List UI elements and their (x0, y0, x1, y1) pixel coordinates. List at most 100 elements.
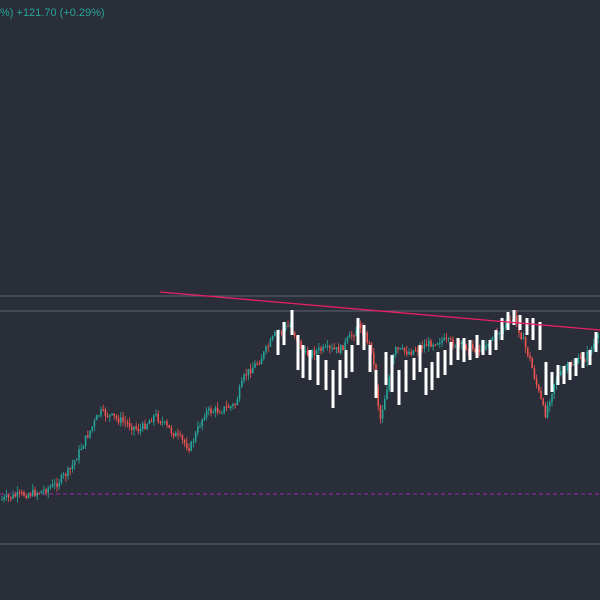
candle-body (252, 367, 254, 374)
candle-body (243, 374, 245, 381)
candle-body (485, 345, 487, 350)
highlight-bar (538, 322, 542, 350)
candle-body (368, 342, 371, 344)
candle-body (106, 416, 109, 418)
candle-body (210, 408, 212, 414)
candle-body (430, 340, 432, 347)
candle-body (93, 420, 96, 427)
candle-body (199, 426, 201, 428)
candle-body (56, 483, 58, 487)
candle-body (403, 347, 406, 352)
horizontal-levels (0, 295, 600, 545)
highlight-bar (344, 350, 348, 378)
candle-body (331, 347, 333, 349)
candle-body (320, 347, 322, 351)
candle-body (254, 363, 256, 368)
candle-body (465, 344, 467, 350)
candle-body (443, 337, 445, 341)
candle-body (397, 347, 399, 350)
highlight-bar (374, 370, 378, 398)
candle-body (593, 343, 595, 348)
candle-body (269, 339, 272, 347)
candle-body (3, 496, 5, 500)
candle-body (122, 417, 124, 422)
candle-body (450, 338, 452, 340)
highlight-bar (324, 360, 328, 390)
candle-body (120, 417, 122, 423)
candle-body (126, 422, 129, 424)
candle-body (491, 337, 494, 341)
candle-body (36, 493, 38, 496)
candle-body (531, 358, 533, 369)
candle-body (245, 374, 247, 376)
candle-body (10, 497, 12, 499)
candle-body (549, 402, 551, 406)
candle-body (509, 320, 511, 322)
highlight-bar (424, 368, 428, 395)
highlight-bar (308, 350, 312, 380)
candle-body (386, 389, 388, 400)
candle-body (102, 409, 104, 411)
candle-body (188, 448, 190, 451)
candle-body (566, 363, 569, 370)
candle-body (34, 489, 36, 496)
price-chart-canvas[interactable] (0, 0, 600, 600)
candle-body (144, 423, 146, 429)
candle-body (87, 435, 89, 438)
candle-body (45, 489, 47, 493)
highlight-bar (338, 360, 342, 395)
candle-body (148, 420, 151, 425)
candle-body (161, 421, 164, 424)
candle-body (203, 417, 206, 420)
candle-body (197, 426, 199, 433)
candle-body (109, 414, 111, 417)
highlight-bar (449, 342, 453, 365)
candle-body (62, 474, 65, 476)
candle-body (194, 432, 197, 442)
candle-body (311, 350, 313, 358)
candle-body (540, 390, 542, 399)
candle-body (40, 490, 43, 494)
candle-body (232, 404, 234, 407)
candle-body (18, 492, 21, 494)
candle-body (318, 347, 320, 351)
candle-body (146, 424, 148, 429)
highlight-bar (525, 318, 529, 335)
highlight-bar (443, 350, 447, 375)
candle-body (428, 340, 430, 347)
candle-body (263, 351, 265, 359)
candle-body (337, 347, 340, 353)
highlight-bar (594, 332, 598, 352)
candle-body (168, 425, 170, 428)
highlight-bar (462, 338, 466, 362)
highlight-bar (390, 355, 394, 392)
candle-body (43, 489, 45, 491)
candle-body (113, 413, 115, 417)
candle-body (135, 426, 137, 429)
candle-body (342, 345, 344, 351)
candle-body (280, 331, 283, 333)
candle-body (546, 405, 549, 418)
candle-body (478, 349, 481, 352)
candle-body (177, 433, 179, 435)
candle-body (359, 324, 362, 329)
candle-body (447, 338, 450, 340)
candle-body (104, 409, 107, 417)
highlight-bar (290, 310, 294, 335)
candle-body (551, 393, 553, 403)
candle-body (5, 495, 8, 497)
candle-body (172, 433, 175, 437)
candle-body (271, 336, 274, 340)
candle-body (78, 449, 80, 460)
candle-body (256, 363, 258, 365)
candle-body (208, 408, 210, 411)
candle-body (461, 341, 463, 345)
highlight-bar (418, 345, 422, 372)
candle-body (190, 441, 192, 451)
candle-body (516, 315, 518, 323)
candle-body (544, 404, 547, 418)
candle-body (597, 333, 599, 339)
candle-body (1, 499, 3, 501)
candle-body (100, 409, 102, 416)
candle-body (326, 346, 329, 348)
